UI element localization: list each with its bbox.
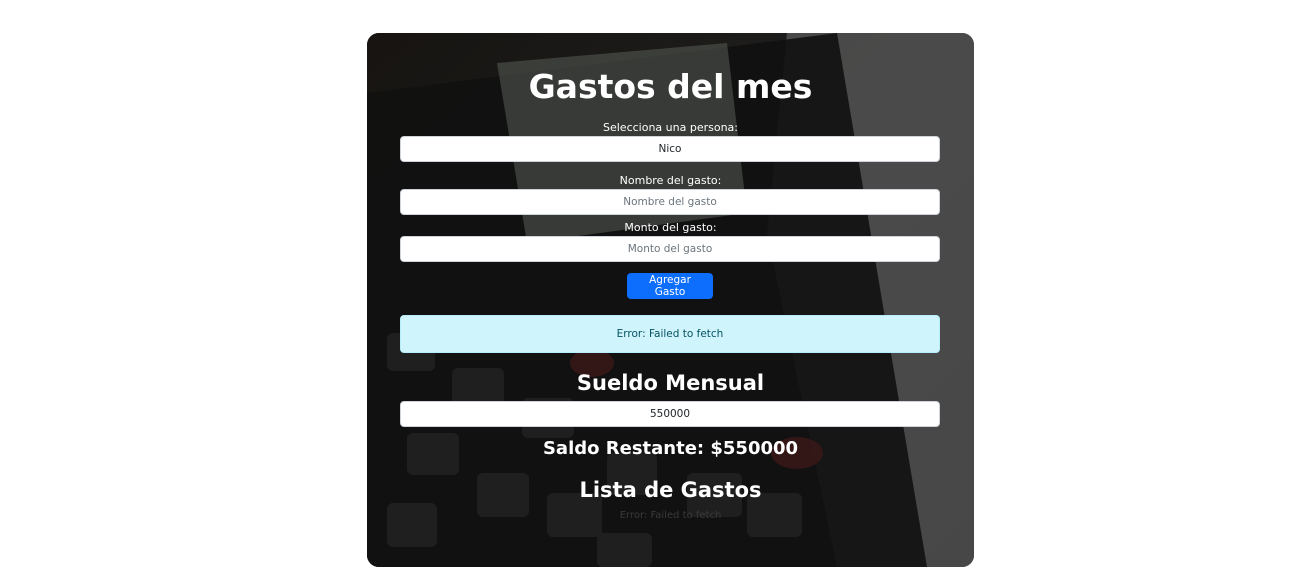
expenses-card: Gastos del mes Selecciona una persona: N… — [367, 33, 974, 567]
nombre-gasto-input[interactable] — [400, 189, 940, 215]
monto-gasto-input[interactable] — [400, 236, 940, 262]
expenses-form-container: Gastos del mes Selecciona una persona: N… — [367, 33, 974, 567]
lista-error-text: Error: Failed to fetch — [619, 510, 722, 521]
agregar-gasto-button[interactable]: Agregar Gasto — [627, 273, 713, 299]
persona-label: Selecciona una persona: — [603, 121, 738, 134]
saldo-restante: Saldo Restante: $550000 — [542, 438, 799, 459]
page-title: Gastos del mes — [528, 67, 813, 106]
sueldo-heading: Sueldo Mensual — [576, 371, 765, 395]
persona-select[interactable] — [400, 136, 940, 162]
nombre-gasto-label: Nombre del gasto: — [619, 174, 722, 187]
lista-gastos-heading: Lista de Gastos — [579, 478, 762, 502]
sueldo-input[interactable] — [400, 401, 940, 427]
monto-gasto-label: Monto del gasto: — [624, 221, 717, 234]
error-alert: Error: Failed to fetch — [400, 315, 940, 353]
